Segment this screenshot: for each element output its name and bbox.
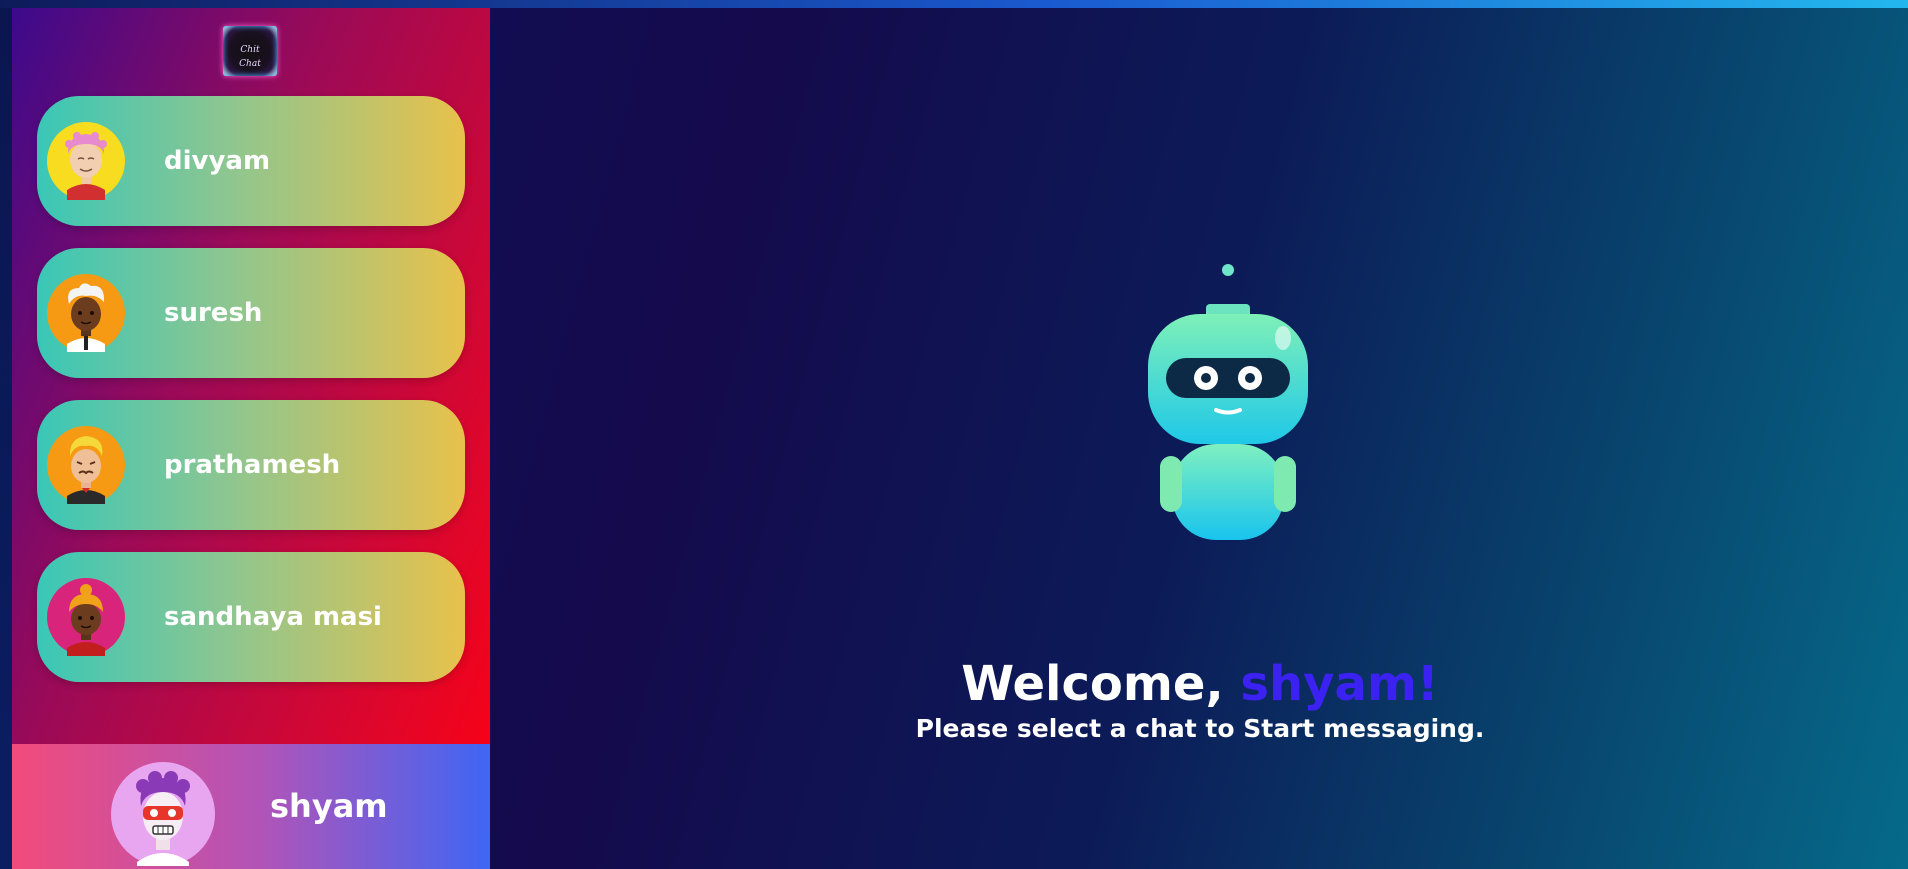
avatar-suresh-icon xyxy=(47,274,125,352)
select-chat-hint: Please select a chat to Start messaging. xyxy=(915,714,1485,743)
current-user-name: shyam xyxy=(270,787,388,825)
chat-item-prathamesh[interactable]: prathamesh xyxy=(37,400,465,530)
chat-name: suresh xyxy=(164,298,263,328)
chat-item-suresh[interactable]: suresh xyxy=(37,248,465,378)
current-user-bar[interactable]: shyam xyxy=(12,744,490,869)
chat-name: divyam xyxy=(164,146,271,176)
top-accent-bar xyxy=(0,0,1908,8)
chat-item-sandhaya-masi[interactable]: sandhaya masi xyxy=(37,552,465,682)
avatar-shyam-icon xyxy=(111,762,215,866)
welcome-username: shyam! xyxy=(1240,656,1439,712)
avatar-divyam-icon xyxy=(47,122,125,200)
chat-name: prathamesh xyxy=(164,450,341,480)
chat-item-divyam[interactable]: divyam xyxy=(37,96,465,226)
window-edge xyxy=(0,0,12,869)
main-panel: Welcome, shyam! Please select a chat to … xyxy=(490,8,1908,869)
avatar-prathamesh-icon xyxy=(47,426,125,504)
chat-list: divyam suresh prathamesh sandhaya masi xyxy=(37,96,467,704)
robot-icon xyxy=(1148,264,1308,540)
chat-name: sandhaya masi xyxy=(164,602,382,632)
sidebar: Chit Chat divyam suresh prathamesh sandh… xyxy=(12,8,490,869)
welcome-prefix: Welcome, xyxy=(961,656,1241,712)
app-logo: Chit Chat xyxy=(223,26,277,76)
welcome-heading: Welcome, shyam! xyxy=(790,654,1610,714)
avatar-sandhaya-icon xyxy=(47,578,125,656)
app-logo-text: Chit Chat xyxy=(239,45,261,69)
